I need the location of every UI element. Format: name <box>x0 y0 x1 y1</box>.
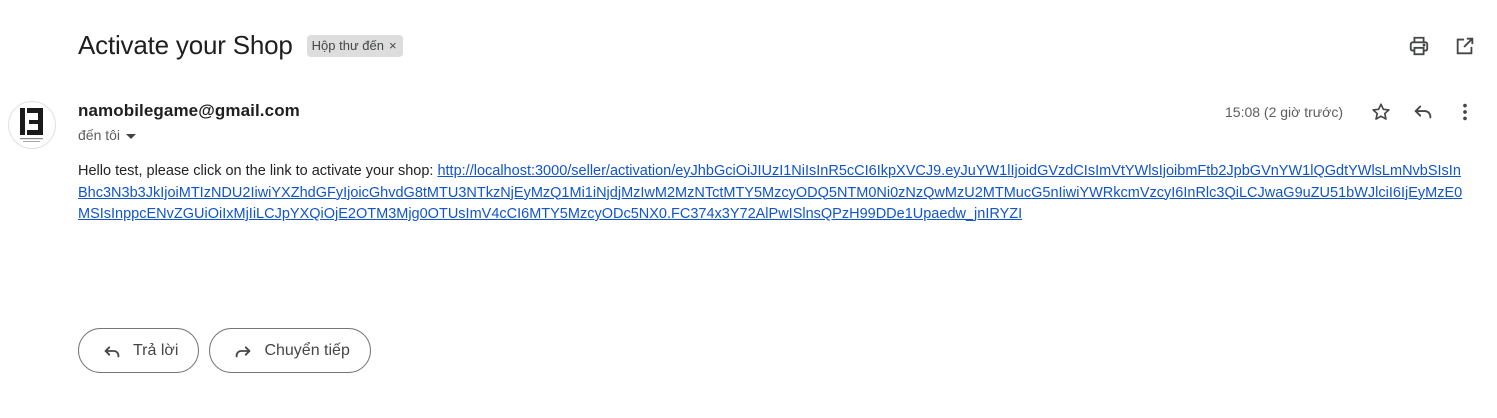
chevron-down-icon <box>126 133 137 139</box>
open-in-new-icon <box>1456 37 1474 55</box>
label-chip-text: Hộp thư đến <box>311 37 384 53</box>
brand-logo-icon <box>20 108 43 142</box>
reply-icon <box>104 345 120 357</box>
forward-label: Chuyển tiếp <box>264 341 350 359</box>
sender-email[interactable]: namobilegame@gmail.com <box>78 101 300 121</box>
recipient-details-toggle[interactable]: đến tôi <box>78 127 137 143</box>
reply-icon <box>1414 105 1432 119</box>
more-vert-icon <box>1463 103 1467 121</box>
email-subject: Activate your Shop <box>78 30 293 60</box>
print-button[interactable] <box>1407 34 1431 58</box>
label-chip-inbox[interactable]: Hộp thư đến × <box>306 34 403 57</box>
more-options-button[interactable] <box>1453 100 1477 124</box>
message-meta: 15:08 (2 giờ trước) <box>1225 100 1479 124</box>
star-button[interactable] <box>1369 100 1393 124</box>
reply-actions: Trả lời Chuyển tiếp <box>78 328 371 373</box>
forward-icon <box>236 345 251 357</box>
reply-label: Trả lời <box>133 341 179 359</box>
star-icon <box>1372 103 1390 120</box>
reply-button[interactable] <box>1411 100 1435 124</box>
message-time: 15:08 (2 giờ trước) <box>1225 104 1343 120</box>
print-icon <box>1409 36 1429 56</box>
message-body: Hello test, please click on the link to … <box>78 161 1463 226</box>
subject-row: Activate your Shop Hộp thư đến × <box>78 30 403 61</box>
forward-pill-button[interactable]: Chuyển tiếp <box>209 328 371 373</box>
remove-label-button[interactable]: × <box>389 38 397 53</box>
reply-pill-button[interactable]: Trả lời <box>78 328 200 373</box>
recipient-label: đến tôi <box>78 127 121 143</box>
thread-actions <box>1407 34 1477 58</box>
sender-avatar[interactable] <box>8 101 56 149</box>
open-in-new-window-button[interactable] <box>1453 34 1477 58</box>
message-body-text: Hello test, please click on the link to … <box>78 163 438 179</box>
